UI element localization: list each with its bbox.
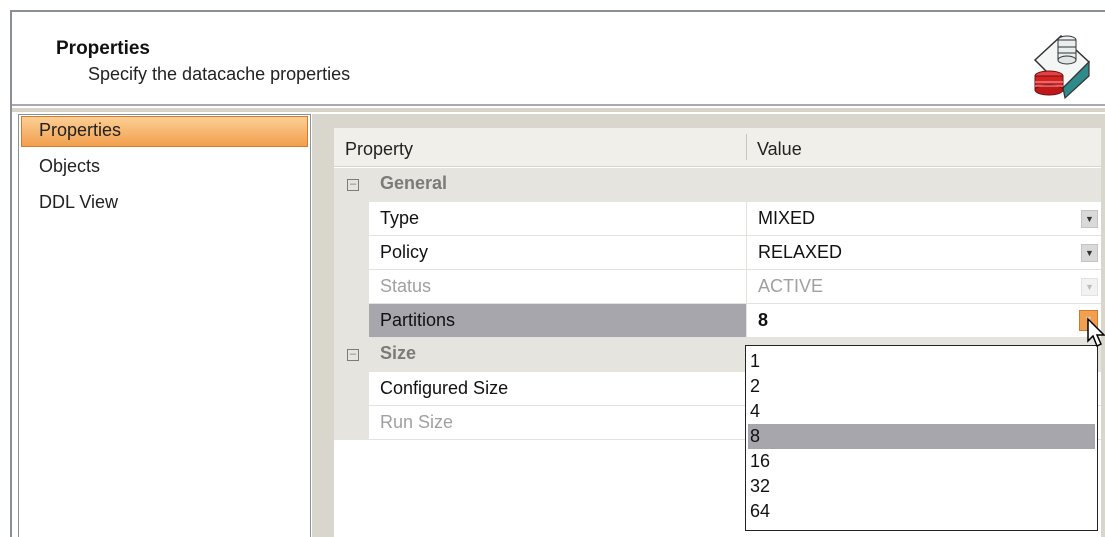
property-row-policy[interactable]: Policy RELAXED ▼ <box>334 236 1101 270</box>
property-row-partitions[interactable]: Partitions 8 ▼ <box>334 304 1101 338</box>
page-subtitle: Specify the datacache properties <box>88 64 351 84</box>
row-gutter <box>334 236 369 270</box>
property-name: Configured Size <box>369 372 746 406</box>
wizard-header: Properties Specify the datacache propert… <box>12 12 1105 106</box>
grid-column-header: Property Value <box>334 128 1101 167</box>
property-value-text: MIXED <box>758 208 816 228</box>
collapse-icon[interactable]: – <box>347 179 359 191</box>
property-value-text: 8 <box>758 310 769 330</box>
status-dropdown-button: ▼ <box>1081 278 1098 296</box>
dropdown-option[interactable]: 4 <box>748 399 1095 424</box>
row-gutter <box>334 202 369 236</box>
dropdown-option-selected[interactable]: 8 <box>748 424 1095 449</box>
dropdown-option[interactable]: 2 <box>748 374 1095 399</box>
property-value-status: ACTIVE ▼ <box>746 270 1101 304</box>
property-name: Partitions <box>369 304 746 338</box>
dropdown-option[interactable]: 1 <box>748 349 1095 374</box>
category-general: – General <box>334 168 1101 202</box>
column-header-value[interactable]: Value <box>757 139 802 160</box>
property-name: Policy <box>369 236 746 270</box>
datacache-database-icon <box>1033 34 1091 100</box>
dropdown-option[interactable]: 64 <box>748 499 1095 524</box>
row-gutter <box>334 372 369 406</box>
property-name: Run Size <box>369 406 746 440</box>
sidebar-item-properties[interactable]: Properties <box>21 116 308 147</box>
property-value-type[interactable]: MIXED ▼ <box>746 202 1101 236</box>
row-gutter <box>334 270 369 304</box>
column-divider[interactable] <box>746 134 747 160</box>
header-separator <box>12 108 1105 112</box>
property-value-policy[interactable]: RELAXED ▼ <box>746 236 1101 270</box>
partitions-dropdown-list[interactable]: 1 2 4 8 16 32 64 <box>745 345 1098 531</box>
column-header-property[interactable]: Property <box>345 139 413 160</box>
dropdown-option[interactable]: 32 <box>748 474 1095 499</box>
category-label: Size <box>380 343 417 363</box>
sidebar-item-ddl-view[interactable]: DDL View <box>21 188 308 219</box>
collapse-icon[interactable]: – <box>347 349 359 361</box>
row-gutter <box>334 406 369 440</box>
property-name: Status <box>369 270 746 304</box>
mouse-pointer-icon <box>1087 317 1105 348</box>
policy-dropdown-button[interactable]: ▼ <box>1081 244 1098 262</box>
property-row-type[interactable]: Type MIXED ▼ <box>334 202 1101 236</box>
property-name: Type <box>369 202 746 236</box>
row-gutter <box>334 304 369 338</box>
property-value-text: ACTIVE <box>758 276 824 296</box>
property-value-text: RELAXED <box>758 242 843 262</box>
sidebar-item-objects[interactable]: Objects <box>21 152 308 183</box>
sidebar-nav: Properties Objects DDL View <box>18 114 311 537</box>
category-label: General <box>380 173 448 193</box>
page-title: Properties <box>56 38 150 59</box>
type-dropdown-button[interactable]: ▼ <box>1081 210 1098 228</box>
property-value-partitions[interactable]: 8 ▼ <box>746 304 1101 338</box>
property-row-status: Status ACTIVE ▼ <box>334 270 1101 304</box>
dropdown-option[interactable]: 16 <box>748 449 1095 474</box>
